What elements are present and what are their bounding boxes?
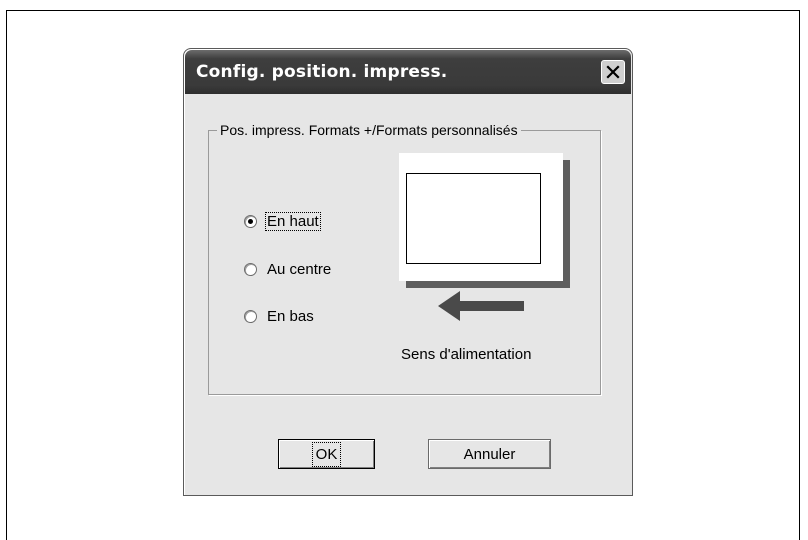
radio-bottom-button[interactable] <box>244 309 257 323</box>
cancel-button-label: Annuler <box>463 445 516 463</box>
close-icon <box>606 65 620 79</box>
radio-top-button[interactable] <box>244 214 257 228</box>
radio-center-button[interactable] <box>244 262 257 276</box>
radio-center-label[interactable]: Au centre <box>266 261 332 278</box>
radio-bottom[interactable]: En bas <box>244 306 315 326</box>
print-position-dialog: Config. position. impress. Pos. impress.… <box>183 48 633 496</box>
ok-button-label: OK <box>311 441 342 467</box>
radio-top[interactable]: En haut <box>244 211 321 231</box>
radio-bottom-label[interactable]: En bas <box>266 308 315 325</box>
print-area-illustration <box>406 173 541 264</box>
left-arrow-icon <box>438 291 524 321</box>
cancel-button[interactable]: Annuler <box>428 439 551 469</box>
feed-direction-label: Sens d'alimentation <box>401 346 532 363</box>
close-button[interactable] <box>601 60 625 84</box>
title-bar[interactable]: Config. position. impress. <box>185 50 631 94</box>
group-legend: Pos. impress. Formats +/Formats personna… <box>217 122 521 138</box>
radio-center[interactable]: Au centre <box>244 259 332 279</box>
dialog-title: Config. position. impress. <box>196 62 448 82</box>
radio-top-label[interactable]: En haut <box>265 211 321 231</box>
ok-button[interactable]: OK <box>278 439 375 469</box>
